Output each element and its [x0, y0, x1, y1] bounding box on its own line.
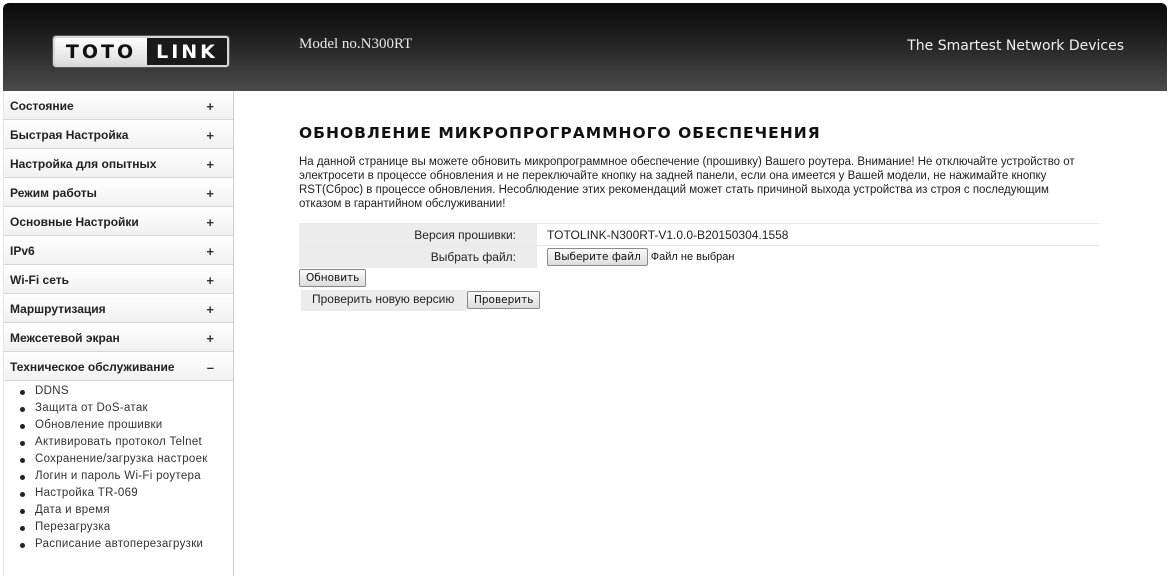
- sidebar-item-advanced-setup[interactable]: Настройка для опытных +: [4, 149, 233, 178]
- expand-icon: +: [206, 215, 214, 230]
- main-content: ОБНОВЛЕНИЕ МИКРОПРОГРАММНОГО ОБЕСПЕЧЕНИЯ…: [299, 91, 1099, 311]
- check-version-button[interactable]: Проверить: [467, 291, 541, 309]
- maintenance-submenu: DDNS Защита от DoS-атак Обновление проши…: [4, 381, 233, 555]
- slogan: The Smartest Network Devices: [907, 38, 1124, 54]
- expand-icon: +: [206, 244, 214, 259]
- no-file-selected-text: Файл не выбран: [650, 250, 735, 263]
- model-number: Model no.N300RT: [299, 36, 413, 52]
- submenu-item-label: Настройка TR-069: [35, 487, 138, 499]
- totolink-logo[interactable]: TOTO LINK: [53, 36, 229, 67]
- sidebar-item-label: Техническое обслуживание: [10, 359, 175, 374]
- sidebar-item-label: Режим работы: [10, 185, 97, 200]
- expand-icon: +: [206, 128, 214, 143]
- collapse-icon: –: [206, 360, 214, 375]
- expand-icon: +: [206, 302, 214, 317]
- submenu-item-reboot[interactable]: Перезагрузка: [18, 521, 233, 538]
- choose-file-button[interactable]: Выберите файл: [547, 247, 648, 266]
- submenu-item-label: DDNS: [35, 385, 69, 397]
- logo-text-right: LINK: [147, 38, 227, 65]
- submenu-item-label: Перезагрузка: [35, 521, 111, 533]
- submenu-item-label: Дата и время: [35, 504, 110, 516]
- bullet-icon: [20, 526, 25, 531]
- sidebar-item-label: Межсетевой экран: [10, 330, 120, 345]
- submenu-item-telnet[interactable]: Активировать протокол Telnet: [18, 436, 233, 453]
- expand-icon: +: [206, 331, 214, 346]
- bullet-icon: [20, 441, 25, 446]
- sidebar-item-label: Маршрутизация: [10, 301, 106, 316]
- sidebar-item-maintenance[interactable]: Техническое обслуживание –: [4, 352, 233, 381]
- firmware-version-value: TOTOLINK-N300RT-V1.0.0-B20150304.1558: [537, 223, 1099, 246]
- bullet-icon: [20, 475, 25, 480]
- sidebar-item-label: IPv6: [10, 243, 35, 258]
- submenu-item-label: Активировать протокол Telnet: [35, 436, 203, 448]
- sidebar-item-status[interactable]: Состояние +: [4, 91, 233, 120]
- submenu-item-ddns[interactable]: DDNS: [18, 385, 233, 402]
- bullet-icon: [20, 543, 25, 548]
- submenu-item-label: Расписание автоперезагрузки: [35, 538, 204, 550]
- page-title: ОБНОВЛЕНИЕ МИКРОПРОГРАММНОГО ОБЕСПЕЧЕНИЯ: [299, 124, 821, 142]
- bullet-icon: [20, 390, 25, 395]
- sidebar-item-label: Быстрая Настройка: [10, 127, 129, 142]
- submenu-item-date-time[interactable]: Дата и время: [18, 504, 233, 521]
- sidebar-item-wifi[interactable]: Wi-Fi сеть +: [4, 265, 233, 294]
- submenu-item-reboot-schedule[interactable]: Расписание автоперезагрузки: [18, 538, 233, 555]
- file-input-cell: Выберите файл Файл не выбран: [537, 245, 1099, 268]
- submenu-item-tr069[interactable]: Настройка TR-069: [18, 487, 233, 504]
- submenu-item-dos-protection[interactable]: Защита от DoS-атак: [18, 402, 233, 419]
- submenu-item-firmware-upgrade[interactable]: Обновление прошивки: [18, 419, 233, 436]
- select-file-label: Выбрать файл:: [299, 245, 537, 268]
- check-version-row: Проверить новую версию Проверить: [299, 289, 1099, 311]
- submenu-item-label: Логин и пароль Wi-Fi роутера: [35, 470, 201, 482]
- sidebar-item-label: Wi-Fi сеть: [10, 272, 69, 287]
- header-bar: TOTO LINK Model no.N300RT The Smartest N…: [3, 3, 1167, 91]
- page-description: На данной странице вы можете обновить ми…: [299, 156, 1075, 210]
- bullet-icon: [20, 407, 25, 412]
- bullet-icon: [20, 492, 25, 497]
- bullet-icon: [20, 458, 25, 463]
- sidebar-item-label: Настройка для опытных: [10, 156, 157, 171]
- sidebar-item-label: Состояние: [10, 98, 74, 113]
- update-button[interactable]: Обновить: [299, 268, 367, 287]
- submenu-item-label: Сохранение/загрузка настроек: [35, 453, 208, 465]
- submenu-item-save-load-settings[interactable]: Сохранение/загрузка настроек: [18, 453, 233, 470]
- sidebar-item-operation-mode[interactable]: Режим работы +: [4, 178, 233, 207]
- check-version-label: Проверить новую версию: [301, 289, 467, 311]
- submenu-item-label: Защита от DoS-атак: [35, 402, 148, 414]
- expand-icon: +: [206, 157, 214, 172]
- firmware-version-label: Версия прошивки:: [299, 223, 537, 246]
- sidebar-item-basic-settings[interactable]: Основные Настройки +: [4, 207, 233, 236]
- sidebar-item-label: Основные Настройки: [10, 214, 139, 229]
- sidebar: Состояние + Быстрая Настройка + Настройк…: [3, 91, 234, 576]
- expand-icon: +: [206, 273, 214, 288]
- sidebar-item-routing[interactable]: Маршрутизация +: [4, 294, 233, 323]
- sidebar-item-ipv6[interactable]: IPv6 +: [4, 236, 233, 265]
- expand-icon: +: [206, 186, 214, 201]
- bullet-icon: [20, 424, 25, 429]
- expand-icon: +: [206, 99, 214, 114]
- table-row: Выбрать файл: Выберите файл Файл не выбра…: [299, 245, 1099, 268]
- sidebar-item-quick-setup[interactable]: Быстрая Настройка +: [4, 120, 233, 149]
- sidebar-item-firewall[interactable]: Межсетевой экран +: [4, 323, 233, 352]
- submenu-item-label: Обновление прошивки: [35, 419, 163, 431]
- firmware-table: Версия прошивки: TOTOLINK-N300RT-V1.0.0-…: [299, 223, 1099, 268]
- bullet-icon: [20, 509, 25, 514]
- table-row: Версия прошивки: TOTOLINK-N300RT-V1.0.0-…: [299, 223, 1099, 246]
- logo-text-left: TOTO: [55, 38, 147, 65]
- submenu-item-login-password[interactable]: Логин и пароль Wi-Fi роутера: [18, 470, 233, 487]
